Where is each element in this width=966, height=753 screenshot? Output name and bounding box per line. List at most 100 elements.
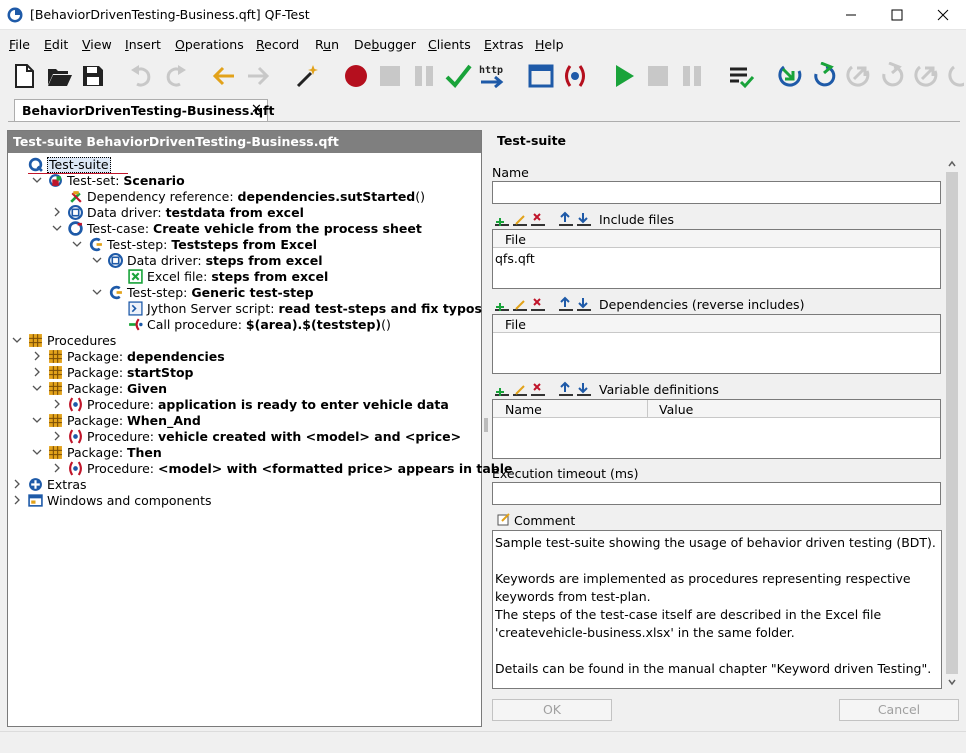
menu-view[interactable]: View bbox=[82, 37, 112, 52]
menu-file[interactable]: File bbox=[9, 37, 30, 52]
chevron-down-icon[interactable] bbox=[32, 175, 42, 185]
tree-node[interactable]: Package: Given bbox=[32, 381, 468, 397]
new-file-button[interactable] bbox=[10, 62, 38, 90]
chevron-right-icon[interactable] bbox=[52, 431, 62, 441]
tree-node[interactable]: Procedures bbox=[12, 333, 468, 349]
tree-node[interactable]: Test-set: Scenario bbox=[32, 173, 468, 189]
move-down-icon[interactable] bbox=[576, 295, 592, 311]
tree-node[interactable]: Test-suite bbox=[12, 157, 468, 174]
chevron-right-icon[interactable] bbox=[52, 399, 62, 409]
chevron-right-icon[interactable] bbox=[52, 207, 62, 217]
add-row-icon[interactable] bbox=[494, 210, 510, 226]
scroll-down-icon[interactable] bbox=[947, 677, 957, 687]
menu-edit[interactable]: Edit bbox=[44, 37, 68, 52]
scroll-up-icon[interactable] bbox=[947, 159, 957, 169]
chevron-right-icon[interactable] bbox=[52, 463, 62, 473]
table-row[interactable]: qfs.qft bbox=[495, 251, 535, 266]
menu-help[interactable]: Help bbox=[535, 37, 564, 52]
tree-node[interactable]: Jython Server script: read test-steps an… bbox=[112, 301, 482, 317]
dependencies-table[interactable]: File bbox=[492, 314, 941, 374]
tree-node[interactable]: Dependency reference: dependencies.sutSt… bbox=[52, 189, 468, 205]
open-file-button[interactable] bbox=[45, 62, 73, 90]
menu-operations[interactable]: Operations bbox=[175, 37, 244, 52]
cancel-button[interactable]: Cancel bbox=[839, 699, 959, 721]
chevron-down-icon[interactable] bbox=[32, 383, 42, 393]
chevron-right-icon[interactable] bbox=[12, 479, 22, 489]
edit-row-icon[interactable] bbox=[512, 380, 528, 396]
menu-extras[interactable]: Extras bbox=[484, 37, 524, 52]
tree-node[interactable]: Data driver: testdata from excel bbox=[52, 205, 468, 221]
step-into-button[interactable] bbox=[776, 62, 804, 90]
tree-node[interactable]: Data driver: steps from excel bbox=[92, 253, 468, 269]
tree-node[interactable]: Procedure: vehicle created with <model> … bbox=[52, 429, 468, 445]
variables-col-name[interactable]: Name bbox=[505, 402, 542, 417]
move-down-icon[interactable] bbox=[576, 210, 592, 226]
chevron-right-icon[interactable] bbox=[32, 367, 42, 377]
run-button[interactable] bbox=[610, 62, 638, 90]
chevron-down-icon[interactable] bbox=[72, 239, 82, 249]
move-up-icon[interactable] bbox=[558, 380, 574, 396]
chevron-down-icon[interactable] bbox=[32, 415, 42, 425]
tree-node[interactable]: Windows and components bbox=[12, 493, 468, 509]
edit-row-icon[interactable] bbox=[512, 210, 528, 226]
chevron-right-icon[interactable] bbox=[12, 495, 22, 505]
tab-document[interactable]: BehaviorDrivenTesting-Business.qft ✕ bbox=[14, 99, 274, 122]
wizard-button[interactable] bbox=[293, 62, 321, 90]
close-tab-icon[interactable]: ✕ bbox=[251, 102, 262, 117]
name-input[interactable] bbox=[492, 181, 941, 204]
dependencies-col-file[interactable]: File bbox=[505, 317, 526, 332]
minimize-button[interactable] bbox=[828, 0, 874, 30]
delete-row-icon[interactable] bbox=[530, 210, 546, 226]
tree-node[interactable]: Test-step: Teststeps from Excel bbox=[72, 237, 468, 253]
include-files-col-file[interactable]: File bbox=[505, 232, 526, 247]
delete-row-icon[interactable] bbox=[530, 380, 546, 396]
tree-node[interactable]: Extras bbox=[12, 477, 468, 493]
maximize-button[interactable] bbox=[874, 0, 920, 30]
move-down-icon[interactable] bbox=[576, 380, 592, 396]
ok-button[interactable]: OK bbox=[492, 699, 612, 721]
include-files-table[interactable]: File qfs.qft bbox=[492, 229, 941, 289]
splitter-handle[interactable] bbox=[484, 418, 488, 432]
chevron-down-icon[interactable] bbox=[32, 447, 42, 457]
back-button[interactable] bbox=[210, 62, 238, 90]
variables-table[interactable]: Name Value bbox=[492, 399, 941, 459]
menu-insert[interactable]: Insert bbox=[125, 37, 161, 52]
tree-node[interactable]: Procedure: application is ready to enter… bbox=[52, 397, 468, 413]
menu-debugger[interactable]: Debugger bbox=[354, 37, 416, 52]
close-window-button[interactable] bbox=[920, 0, 966, 30]
tree-node[interactable]: Package: Then bbox=[32, 445, 468, 461]
detail-scrollbar-thumb[interactable] bbox=[946, 172, 958, 674]
chevron-down-icon[interactable] bbox=[92, 255, 102, 265]
tree-node[interactable]: Package: startStop bbox=[32, 365, 468, 381]
procedure-button[interactable] bbox=[561, 62, 589, 90]
tree-node[interactable]: Procedure: <model> with <formatted price… bbox=[52, 461, 513, 477]
tree-node[interactable]: Test-step: Generic test-step bbox=[92, 285, 468, 301]
move-up-icon[interactable] bbox=[558, 295, 574, 311]
menu-record[interactable]: Record bbox=[256, 37, 299, 52]
chevron-down-icon[interactable] bbox=[12, 335, 22, 345]
save-button[interactable] bbox=[79, 62, 107, 90]
delete-row-icon[interactable] bbox=[530, 295, 546, 311]
tree-node[interactable]: Excel file: steps from excel bbox=[112, 269, 468, 285]
chevron-right-icon[interactable] bbox=[32, 351, 42, 361]
chevron-down-icon[interactable] bbox=[52, 223, 62, 233]
tree-node[interactable]: Test-case: Create vehicle from the proce… bbox=[52, 221, 468, 237]
timeout-input[interactable] bbox=[492, 482, 941, 505]
move-up-icon[interactable] bbox=[558, 210, 574, 226]
add-row-icon[interactable] bbox=[494, 380, 510, 396]
menu-clients[interactable]: Clients bbox=[428, 37, 471, 52]
tree-node[interactable]: Package: dependencies bbox=[32, 349, 468, 365]
tree-node[interactable]: Call procedure: $(area).$(teststep)() bbox=[112, 317, 468, 333]
edit-row-icon[interactable] bbox=[512, 295, 528, 311]
add-row-icon[interactable] bbox=[494, 295, 510, 311]
chevron-down-icon[interactable] bbox=[92, 287, 102, 297]
step-over-button[interactable] bbox=[810, 62, 838, 90]
http-request-button[interactable]: http bbox=[478, 62, 506, 90]
run-log-button[interactable] bbox=[727, 62, 755, 90]
comment-textarea[interactable]: Sample test-suite showing the usage of b… bbox=[492, 530, 942, 689]
check-button[interactable] bbox=[444, 62, 472, 90]
menu-run[interactable]: Run bbox=[315, 37, 339, 52]
record-button[interactable] bbox=[342, 62, 370, 90]
tree-node[interactable]: Package: When_And bbox=[32, 413, 468, 429]
variables-col-value[interactable]: Value bbox=[659, 402, 693, 417]
